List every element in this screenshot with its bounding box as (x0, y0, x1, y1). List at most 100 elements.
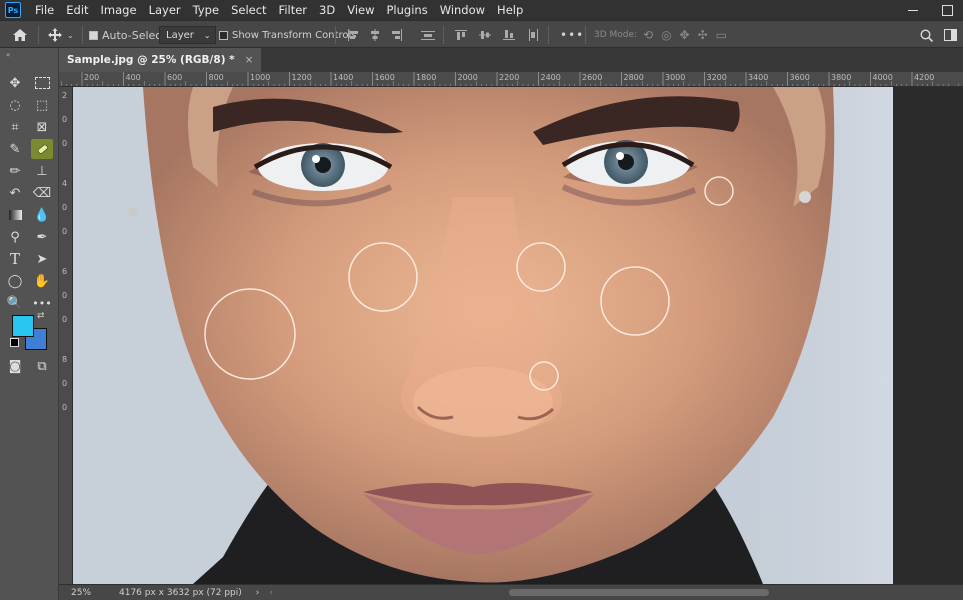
photoshop-logo-icon: Ps (5, 2, 21, 18)
panel-collapse-icon[interactable]: « (6, 51, 10, 59)
restore-icon[interactable] (942, 4, 953, 16)
status-chevron-icon[interactable]: › (256, 588, 260, 598)
ruler-tick-label: 4 (62, 179, 68, 188)
zoom-level[interactable]: 25% (71, 588, 115, 598)
auto-select-checkbox[interactable]: Auto-Select: (89, 25, 169, 45)
menu-select[interactable]: Select (225, 0, 272, 20)
camera-3d-icon[interactable]: ▭ (716, 28, 727, 42)
history-brush-tool-icon[interactable]: ↶ (4, 183, 26, 203)
roll-3d-icon[interactable]: ◎ (661, 28, 671, 42)
ruler-tick-label: 2800 (623, 73, 644, 82)
checkbox-unchecked-icon (219, 30, 228, 40)
minimize-icon[interactable] (908, 9, 918, 11)
menu-file[interactable]: File (29, 0, 60, 20)
orbit-3d-icon[interactable]: ⟲ (643, 28, 653, 42)
ellipse-tool-icon[interactable]: ◯ (4, 271, 26, 291)
canvas-area[interactable] (73, 87, 963, 584)
more-options-button[interactable]: ••• (560, 25, 584, 45)
menu-help[interactable]: Help (491, 0, 529, 20)
menu-view[interactable]: View (341, 0, 380, 20)
object-selection-tool-icon[interactable]: ⬚ (31, 95, 53, 115)
ruler-tick-label: 3400 (748, 73, 769, 82)
drag-3d-icon[interactable]: ✥ (680, 28, 690, 42)
align-middle-icon[interactable] (479, 29, 491, 41)
home-icon[interactable] (12, 25, 28, 45)
workspace-icon[interactable] (944, 25, 957, 45)
frame-tool-icon[interactable]: ⊠ (31, 117, 53, 137)
clone-stamp-tool-icon[interactable]: ⊥ (31, 161, 53, 181)
type-tool-icon[interactable]: T (4, 249, 26, 269)
portrait-photo[interactable] (73, 87, 893, 584)
ruler-tick-label: 1800 (416, 73, 437, 82)
chevron-down-icon: ⌄ (67, 30, 74, 40)
menu-plugins[interactable]: Plugins (381, 0, 434, 20)
screen-mode-icon[interactable]: ⧉ (31, 356, 53, 376)
marquee-tool-icon[interactable] (31, 73, 53, 93)
ruler-tick-label: 2 (62, 91, 68, 100)
menu-3d[interactable]: 3D (313, 0, 341, 20)
distribute-icon[interactable] (421, 29, 435, 41)
brush-tool-icon[interactable]: ✏ (4, 161, 26, 181)
align-bottom-icon[interactable] (503, 29, 515, 41)
ruler-tick-label: 2000 (457, 73, 478, 82)
menu-filter[interactable]: Filter (273, 0, 313, 20)
swap-colors-icon[interactable]: ⇄ (37, 311, 45, 321)
align-right-icon[interactable] (391, 29, 403, 41)
hand-tool-icon[interactable]: ✋ (31, 271, 53, 291)
crop-tool-icon[interactable]: ⌗ (4, 117, 26, 137)
vertical-ruler: 2 0 0 4 0 0 6 0 0 8 0 0 (59, 87, 73, 584)
ruler-tick-label: 3000 (665, 73, 686, 82)
gradient-tool-icon[interactable] (4, 205, 26, 225)
ruler-tick-label: 0 (62, 227, 68, 236)
ruler-tick-label: 0 (62, 139, 68, 148)
dodge-tool-icon[interactable]: ⚲ (4, 227, 26, 247)
checkbox-checked-icon (89, 30, 98, 40)
tools-panel: « ✥ ◌ ⬚ ⌗ ⊠ ✎ ✏ ⊥ ↶ ⌫ 💧 ⚲ ✒ T ➤ ◯ ✋ 🔍 ••… (0, 48, 59, 600)
ruler-tick-label: 0 (62, 379, 68, 388)
eraser-tool-icon[interactable]: ⌫ (31, 183, 53, 203)
auto-select-dropdown[interactable]: Layer ⌄ (159, 25, 216, 45)
slide-3d-icon[interactable]: ✣ (698, 28, 708, 42)
menu-type[interactable]: Type (187, 0, 225, 20)
ruler-tick-label: 1600 (374, 73, 395, 82)
eyedropper-tool-icon[interactable]: ✎ (4, 139, 26, 159)
edit-toolbar-icon[interactable]: ••• (31, 293, 53, 313)
close-icon[interactable]: × (245, 54, 254, 66)
move-tool-icon[interactable]: ✥ (4, 73, 26, 93)
horizontal-scrollbar[interactable] (509, 589, 769, 596)
pen-tool-icon[interactable]: ✒ (31, 227, 53, 247)
ruler-tick-label: 0 (62, 315, 68, 324)
ruler-tick-label: 2200 (499, 73, 520, 82)
menu-window[interactable]: Window (434, 0, 491, 20)
blur-tool-icon[interactable]: 💧 (31, 205, 53, 225)
lasso-tool-icon[interactable]: ◌ (4, 95, 26, 115)
ruler-tick-label: 200 (84, 73, 100, 82)
scroll-left-icon[interactable]: ‹ (269, 588, 273, 598)
ruler-tick-label: 1200 (291, 73, 312, 82)
ruler-tick-label: 2600 (582, 73, 603, 82)
quick-mask-icon[interactable]: ◙ (4, 356, 26, 376)
align-left-icon[interactable] (347, 29, 359, 41)
ruler-tick-label: 0 (62, 203, 68, 212)
menu-edit[interactable]: Edit (60, 0, 94, 20)
path-selection-tool-icon[interactable]: ➤ (31, 249, 53, 269)
document-tab[interactable]: Sample.jpg @ 25% (RGB/8) * × (59, 48, 262, 72)
align-group (347, 25, 435, 45)
distribute-vertical-icon[interactable] (527, 29, 539, 41)
zoom-tool-icon[interactable]: 🔍 (4, 293, 26, 313)
menu-layer[interactable]: Layer (143, 0, 187, 20)
chevron-down-icon: ⌄ (203, 30, 211, 40)
align-center-icon[interactable] (369, 29, 381, 41)
spot-healing-brush-icon[interactable] (31, 139, 53, 159)
default-colors-icon[interactable] (10, 338, 19, 347)
status-bar: 25% 4176 px x 3632 px (72 ppi) › ‹ (59, 584, 963, 600)
align-top-icon[interactable] (455, 29, 467, 41)
ruler-tick-label: 800 (208, 73, 224, 82)
menu-image[interactable]: Image (95, 0, 143, 20)
search-icon[interactable] (920, 25, 933, 45)
ruler-tick-label: 0 (62, 115, 68, 124)
move-tool-preset-icon[interactable]: ⌄ (47, 25, 74, 45)
ruler-tick-label: 4200 (914, 73, 935, 82)
ruler-tick-label: 1000 (250, 73, 271, 82)
foreground-color-swatch[interactable] (12, 315, 34, 337)
